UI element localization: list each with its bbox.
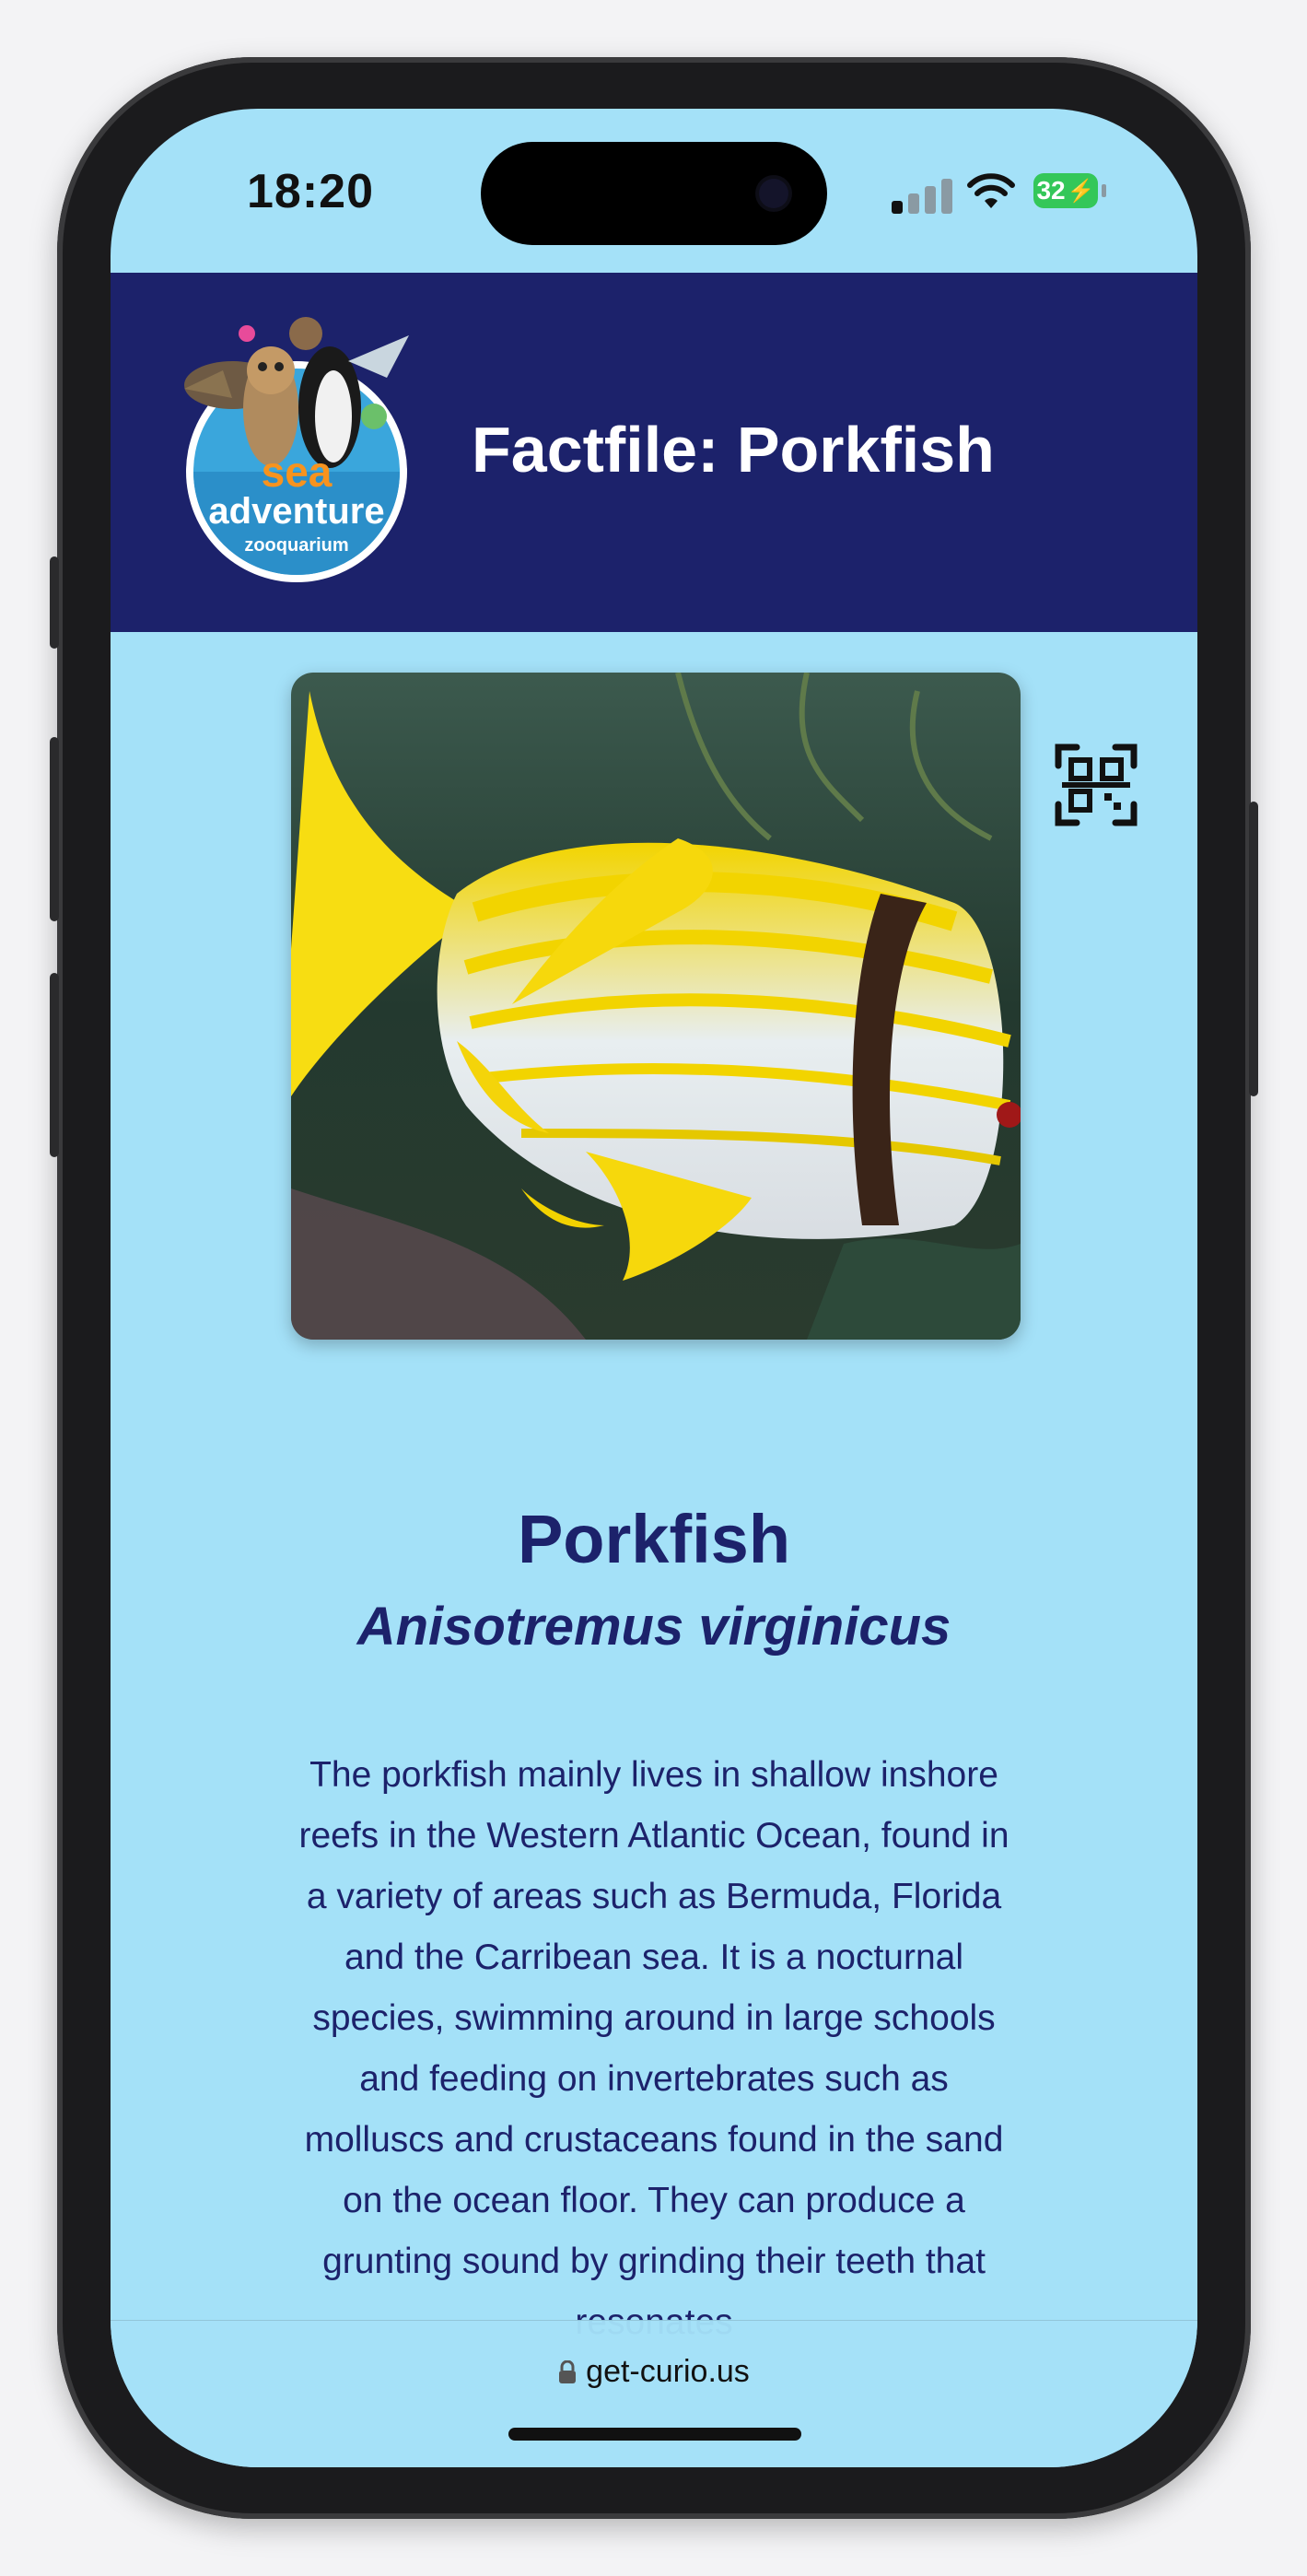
battery-level: 32 [1036,176,1066,205]
species-description: The porkfish mainly lives in shallow ins… [298,1755,1009,2342]
porkfish-photo [291,673,1021,1340]
page-title: Factfile: Porkfish [472,414,995,486]
screen: 18:20 32 ⚡ sea adventure zooquarium Fact… [111,109,1197,2467]
url-text: get-curio.us [586,2354,750,2389]
species-scientific-name: Anisotremus virginicus [356,1597,951,1657]
status-bar: 18:20 32 ⚡ [111,109,1197,273]
qr-scan-icon [1055,744,1138,826]
logo-text-sea-life: sea [262,448,333,496]
page-header: sea adventure zooquarium Factfile: Porkf… [111,273,1197,632]
qr-scan-button[interactable] [1048,737,1144,833]
cellular-signal-icon [892,179,952,214]
logo-text-adventure: adventure [208,491,384,532]
battery-cap [1102,184,1106,197]
power-button [1249,802,1258,1096]
logo-text-zooquarium: zooquarium [244,535,348,556]
lock-icon [559,2360,577,2383]
wifi-icon [967,173,1015,208]
front-camera [759,179,788,208]
battery-charging-icon: 32 ⚡ [1033,173,1098,208]
volume-down-button [50,973,59,1157]
status-time: 18:20 [247,165,374,218]
home-indicator[interactable] [508,2428,801,2441]
sea-life-adventure-logo[interactable]: sea adventure zooquarium [168,306,426,582]
browser-address-bar[interactable]: get-curio.us [111,2320,1197,2467]
porkfish-illustration [291,673,1021,1340]
url-display[interactable]: get-curio.us [111,2354,1197,2390]
action-button [50,556,59,649]
dynamic-island [481,142,827,245]
species-common-name: Porkfish [517,1501,791,1577]
volume-up-button [50,737,59,921]
